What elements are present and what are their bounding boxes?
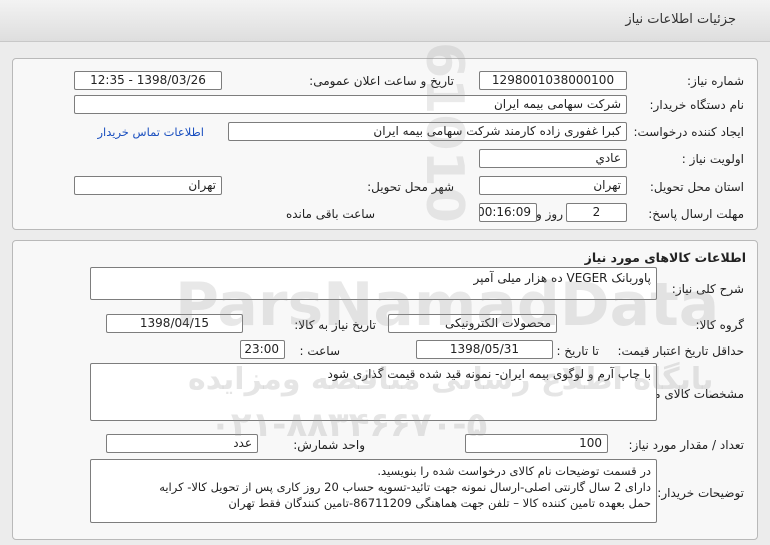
announce-label: تاریخ و ساعت اعلان عمومی:: [309, 74, 454, 88]
requester-field: کبرا غفوری زاده کارمند شرکت سهامی بیمه ا…: [228, 122, 627, 141]
buyer-notes-line: در قسمت توضیحات نام کالای درخواست شده را…: [377, 464, 651, 478]
province-field: تهران: [479, 176, 627, 195]
need-date-field: 1398/04/15: [106, 314, 243, 333]
goods-section-title: اطلاعات کالاهای مورد نیاز: [584, 250, 746, 265]
need-date-label: تاریخ نیاز به کالا:: [294, 318, 376, 332]
quantity-field: 100: [465, 434, 608, 453]
deadline-time-field: 00:16:09: [479, 203, 537, 222]
group-field: محصولات الکترونیکی: [388, 314, 557, 333]
validity-date-field: 1398/05/31: [416, 340, 553, 359]
buyer-org-label: نام دستگاه خریدار:: [649, 98, 745, 112]
buyer-contact-link[interactable]: اطلاعات تماس خریدار: [97, 125, 204, 139]
need-number-field: 1298001038000100: [479, 71, 627, 90]
buyer-notes-line: حمل بعهده تامین کننده کالا – تلفن جهت هم…: [228, 496, 651, 510]
announce-field: 1398/03/26 - 12:35: [74, 71, 222, 90]
unit-field: عدد: [106, 434, 258, 453]
deadline-days-field: 2: [566, 203, 627, 222]
city-field: تهران: [74, 176, 222, 195]
validity-time-field: 23:00: [240, 340, 285, 359]
buyer-notes-label: توضیحات خریدار:: [657, 486, 744, 500]
validity-time-label: ساعت :: [299, 344, 340, 358]
price-validity-label: حداقل تاریخ اعتبار قیمت:: [617, 344, 744, 358]
validity-to-label: تا تاریخ :: [556, 344, 599, 358]
group-label: گروه کالا:: [695, 318, 745, 332]
summary-label: شرح کلی نیاز:: [671, 282, 744, 296]
days-and-text: روز و: [536, 207, 563, 221]
page-title: جزئیات اطلاعات نیاز: [625, 12, 736, 27]
need-number-label: شماره نیاز:: [687, 74, 744, 88]
buyer-notes-field: در قسمت توضیحات نام کالای درخواست شده را…: [90, 459, 657, 523]
deadline-label: مهلت ارسال پاسخ:: [648, 207, 744, 221]
priority-label: اولویت نیاز :: [681, 152, 744, 166]
requester-label: ایجاد کننده درخواست:: [633, 125, 744, 139]
buyer-notes-line: دارای 2 سال گارنتی اصلی-ارسال نمونه جهت …: [159, 480, 651, 494]
quantity-label: تعداد / مقدار مورد نیاز:: [628, 438, 744, 452]
spec-field: با چاپ آرم و لوگوی بیمه ایران- نمونه قید…: [90, 363, 657, 421]
city-label: شهر محل تحویل:: [367, 180, 454, 194]
summary-field: پاوربانک VEGER ده هزار میلی آمپر: [90, 267, 657, 300]
unit-label: واحد شمارش:: [293, 438, 365, 452]
priority-field: عادي: [479, 149, 627, 168]
buyer-org-field: شرکت سهامی بیمه ایران: [74, 95, 627, 114]
remaining-text: ساعت باقی مانده: [285, 207, 375, 221]
province-label: استان محل تحویل:: [649, 180, 744, 194]
